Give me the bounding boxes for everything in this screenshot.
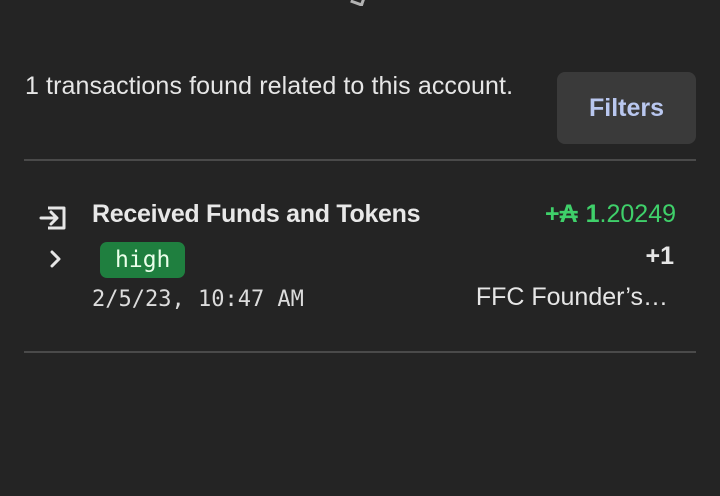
transaction-title: Received Funds and Tokens bbox=[92, 200, 421, 228]
receive-icon bbox=[39, 206, 66, 230]
transactions-page: 1 transactions found related to this acc… bbox=[0, 0, 720, 496]
chevron-right-icon[interactable] bbox=[44, 247, 68, 271]
divider-top bbox=[24, 159, 696, 161]
transaction-date: 2/5/23, 10:47 AM bbox=[92, 287, 304, 312]
token-name: FFC Founder’s… bbox=[475, 283, 668, 311]
cropped-heading bbox=[0, 0, 720, 6]
transaction-row[interactable]: Received Funds and Tokens high 2/5/23, 1… bbox=[24, 162, 696, 350]
risk-badge: high bbox=[100, 242, 186, 278]
ada-symbol-icon: ₳ bbox=[559, 200, 578, 228]
cropped-heading-glyph bbox=[350, 0, 367, 6]
transaction-amount: +₳ 1.20249 bbox=[545, 200, 676, 229]
amount-sign: + bbox=[544, 200, 560, 228]
filters-button[interactable]: Filters bbox=[557, 72, 696, 144]
token-count: +1 bbox=[645, 242, 674, 270]
transactions-summary: 1 transactions found related to this acc… bbox=[25, 72, 514, 100]
amount-fraction: .20249 bbox=[599, 200, 676, 228]
divider-bottom bbox=[24, 351, 696, 353]
amount-integer: 1 bbox=[585, 200, 600, 228]
